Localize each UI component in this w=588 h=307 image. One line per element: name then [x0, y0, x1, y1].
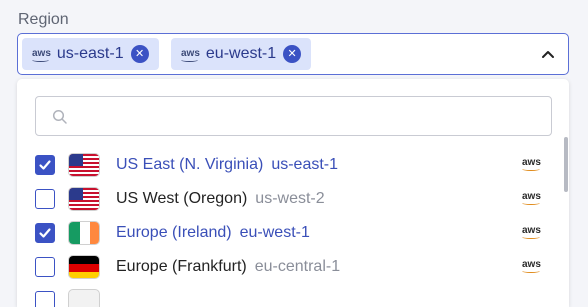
check-icon: [39, 160, 51, 170]
checkbox-unchecked[interactable]: [35, 257, 55, 277]
region-label: Region: [18, 11, 69, 28]
aws-icon: aws: [181, 47, 200, 62]
search-box[interactable]: [35, 96, 552, 136]
region-select[interactable]: aws us-east-1 ✕ aws eu-west-1 ✕: [17, 33, 569, 75]
option-name: Europe (Frankfurt) eu-central-1: [116, 258, 341, 275]
region-dropdown: US East (N. Virginia) us-east-1 aws US We…: [17, 79, 569, 307]
scrollbar[interactable]: [564, 137, 568, 192]
remove-chip-icon[interactable]: ✕: [283, 45, 302, 63]
checkbox-unchecked[interactable]: [35, 189, 55, 209]
option-name: US West (Oregon) us-west-2: [116, 190, 325, 207]
checkbox-checked[interactable]: [35, 223, 55, 243]
selected-chip-us-east-1: aws us-east-1 ✕: [22, 38, 159, 70]
chip-label: eu-west-1: [205, 45, 277, 62]
option-name: US East (N. Virginia) us-east-1: [116, 156, 339, 173]
option-us-east-1[interactable]: US East (N. Virginia) us-east-1 aws: [17, 148, 555, 182]
option-name: Europe (Ireland) eu-west-1: [116, 224, 310, 241]
check-icon: [39, 228, 51, 238]
selected-chip-eu-west-1: aws eu-west-1 ✕: [171, 38, 312, 70]
option-eu-west-1[interactable]: Europe (Ireland) eu-west-1 aws: [17, 216, 555, 250]
aws-icon: aws: [522, 259, 541, 273]
option-eu-central-1[interactable]: Europe (Frankfurt) eu-central-1 aws: [17, 250, 555, 284]
option-code: us-east-1: [271, 156, 339, 173]
checkbox-checked[interactable]: [35, 155, 55, 175]
aws-icon: aws: [522, 225, 541, 239]
ireland-flag-icon: [68, 221, 100, 245]
aws-icon: aws: [522, 157, 541, 171]
chevron-up-icon[interactable]: [540, 46, 556, 62]
chip-label: us-east-1: [56, 45, 124, 62]
search-input[interactable]: [76, 97, 546, 135]
option-code: eu-west-1: [239, 224, 310, 241]
aws-icon: aws: [32, 47, 51, 62]
option-partial[interactable]: [17, 284, 555, 307]
aws-icon: aws: [522, 191, 541, 205]
option-code: eu-central-1: [254, 258, 341, 275]
us-flag-icon: [68, 153, 100, 177]
checkbox-unchecked[interactable]: [35, 291, 55, 307]
germany-flag-icon: [68, 255, 100, 279]
option-us-west-2[interactable]: US West (Oregon) us-west-2 aws: [17, 182, 555, 216]
option-code: us-west-2: [255, 190, 325, 207]
us-flag-icon: [68, 187, 100, 211]
flag-icon: [68, 289, 100, 307]
remove-chip-icon[interactable]: ✕: [130, 45, 149, 63]
search-icon: [52, 109, 67, 124]
